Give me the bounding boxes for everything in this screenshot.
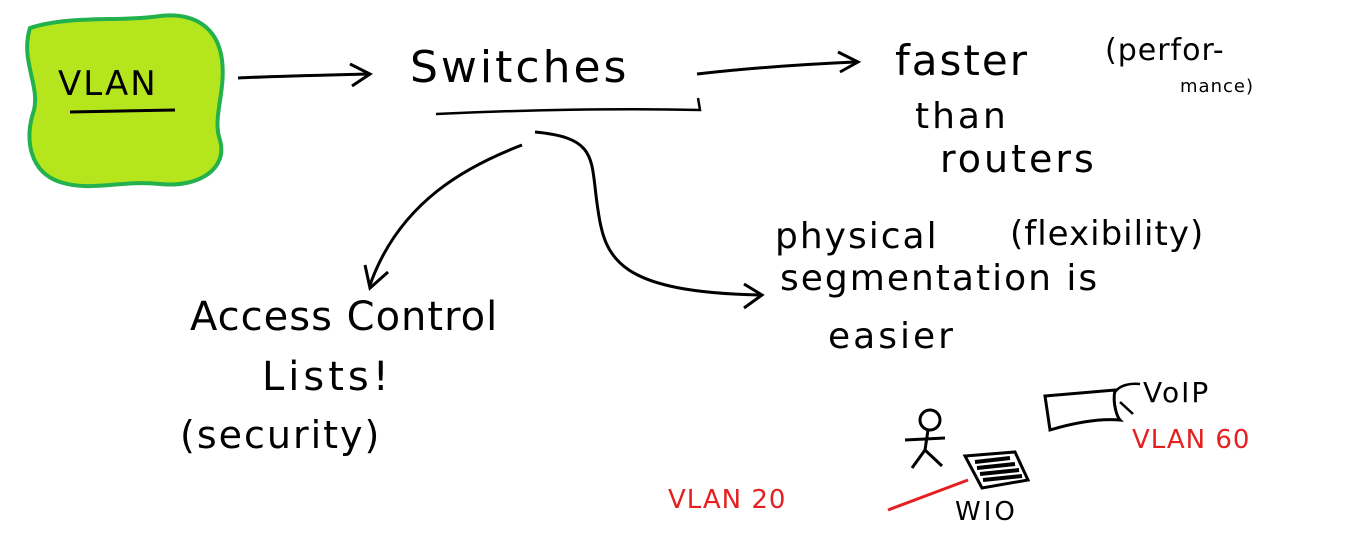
wio-text: WIO xyxy=(955,497,1018,527)
vlan-underline xyxy=(69,108,176,114)
routers-text: routers xyxy=(940,137,1097,181)
physical-text: physical xyxy=(775,216,939,257)
faster-text: faster xyxy=(895,36,1029,85)
workstation-hatch xyxy=(974,456,1023,482)
arrow-switches-to-faster xyxy=(696,60,856,76)
acl-line3-text: (security) xyxy=(180,413,381,457)
voip-text: VoIP xyxy=(1143,376,1210,409)
performance-open-text: (perfor- xyxy=(1105,33,1225,68)
segmentation-text: segmentation is xyxy=(780,258,1099,299)
flexibility-text: (flexibility) xyxy=(1010,214,1204,254)
person-head xyxy=(918,408,942,432)
acl-line2-text: Lists! xyxy=(262,354,393,400)
arrow-switches-to-physical xyxy=(534,130,761,297)
switches-label: Switches xyxy=(410,42,629,93)
phone-pointer xyxy=(1113,382,1141,415)
vlan60-text: VLAN 60 xyxy=(1132,425,1250,455)
vlan-label: VLAN xyxy=(58,64,158,104)
phone-icon xyxy=(1043,388,1124,432)
person-body xyxy=(904,429,946,469)
vlan20-text: VLAN 20 xyxy=(668,485,786,515)
diagram-canvas: VLAN Switches faster (perfor- mance) tha… xyxy=(25,13,1254,527)
easier-text: easier xyxy=(828,316,956,357)
arrow-switches-to-acl xyxy=(368,143,523,286)
performance-close-text: mance) xyxy=(1180,76,1254,97)
acl-line1-text: Access Control xyxy=(190,294,498,340)
arrow-vlan-to-switches xyxy=(237,72,369,80)
than-text: than xyxy=(915,96,1009,137)
switches-underline xyxy=(435,97,702,116)
